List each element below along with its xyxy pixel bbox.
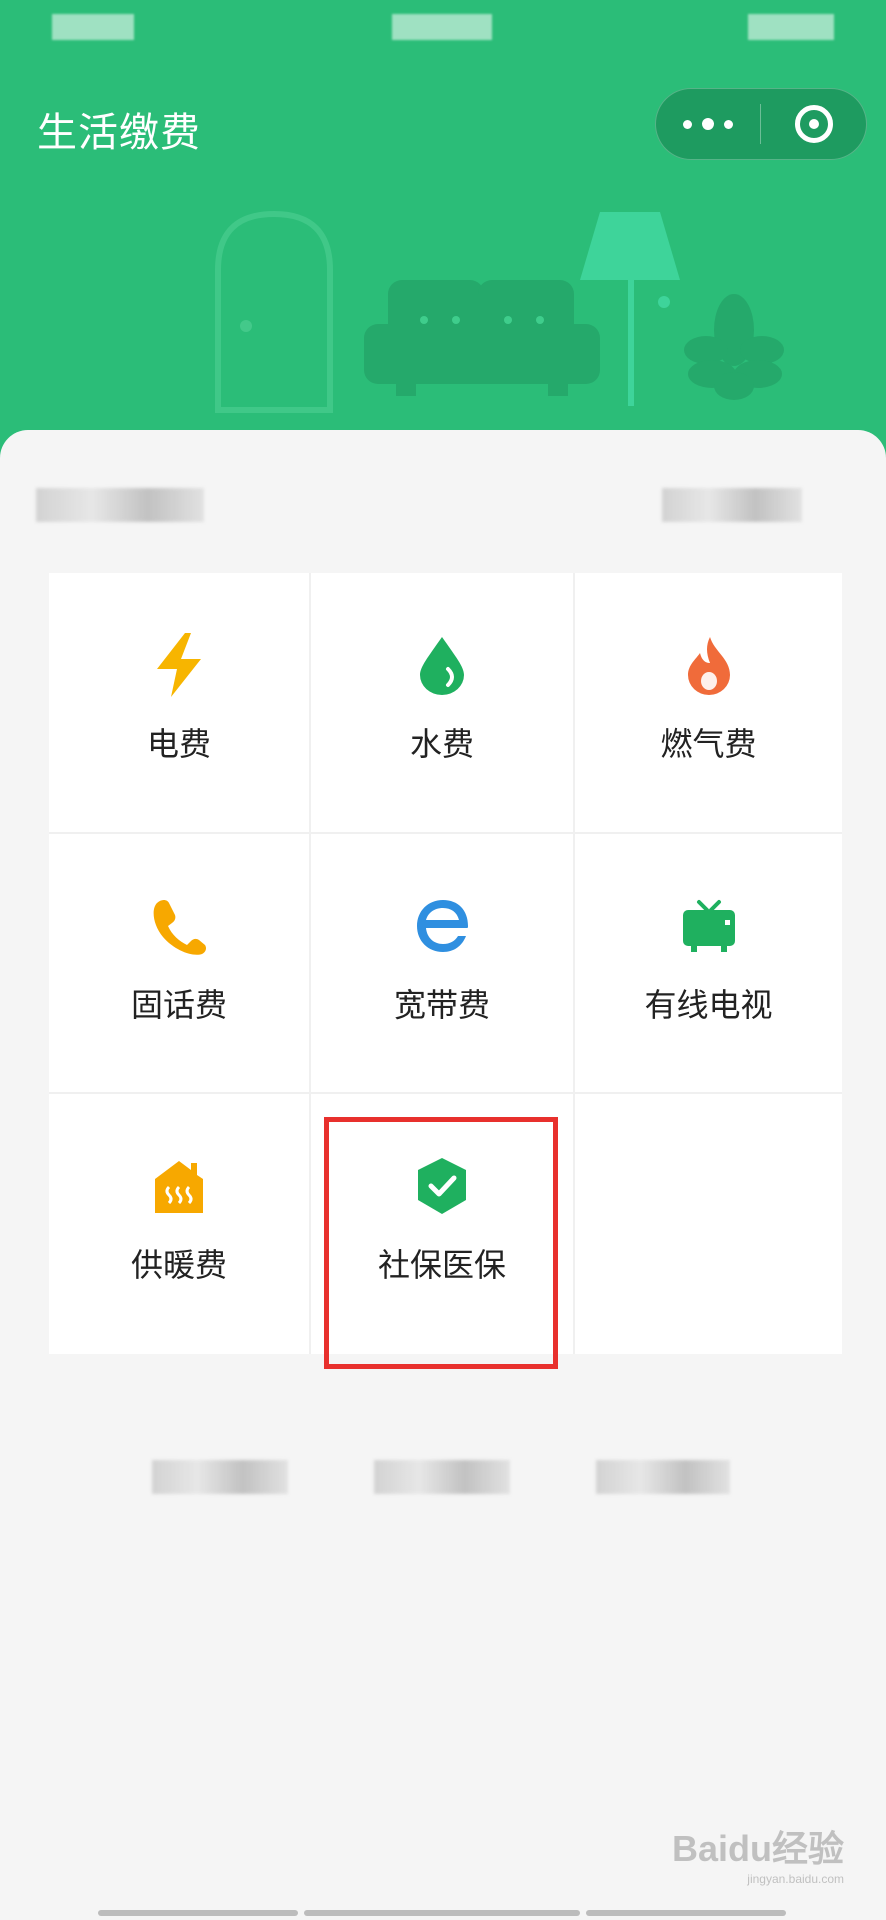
home-indicator-segment [304, 1910, 580, 1916]
service-label: 有线电视 [644, 987, 773, 1023]
service-broadband[interactable]: 宽带费 [311, 834, 575, 1094]
service-label: 水费 [409, 726, 474, 762]
section-title-blurred [36, 488, 204, 522]
highlight-box [324, 1117, 558, 1369]
bottom-link-1-blurred[interactable] [152, 1460, 288, 1494]
header-banner: 生活缴费 [0, 0, 886, 470]
service-label: 电费 [146, 726, 211, 762]
battery-icon [748, 14, 834, 40]
bottom-link-3-blurred[interactable] [596, 1460, 730, 1494]
living-room-illustration [215, 210, 784, 413]
phone-icon [147, 894, 211, 958]
target-close-icon[interactable] [761, 89, 866, 159]
status-time-blurred [52, 14, 134, 40]
service-gas[interactable]: 燃气费 [575, 573, 842, 834]
flame-icon [677, 633, 741, 697]
service-label: 燃气费 [660, 726, 757, 762]
heating-house-icon [147, 1154, 211, 1218]
service-landline[interactable]: 固话费 [49, 834, 311, 1094]
status-carrier-blurred [392, 14, 492, 40]
watermark-url: jingyan.baidu.com [747, 1872, 845, 1886]
more-dots-icon[interactable] [656, 89, 760, 159]
section-link-blurred[interactable] [662, 488, 802, 522]
service-label: 固话费 [130, 987, 227, 1023]
home-indicator-segment [586, 1910, 786, 1916]
empty-cell [575, 1094, 842, 1354]
service-cable-tv[interactable]: 有线电视 [575, 834, 842, 1094]
status-bar [0, 14, 886, 58]
home-indicator-segment [98, 1910, 298, 1916]
water-drop-icon [410, 633, 474, 697]
lightning-icon [147, 633, 211, 697]
service-label: 宽带费 [393, 987, 490, 1023]
service-heating[interactable]: 供暖费 [49, 1094, 311, 1354]
section-header [0, 488, 886, 528]
service-electricity[interactable]: 电费 [49, 573, 311, 834]
mini-program-capsule [655, 88, 867, 160]
service-water[interactable]: 水费 [311, 573, 575, 834]
page-title: 生活缴费 [37, 111, 201, 155]
watermark-brand: Baidu经验 [672, 1828, 845, 1869]
bottom-links [0, 1460, 886, 1500]
baidu-watermark: Baidu经验 jingyan.baidu.com [672, 1820, 844, 1886]
browser-e-icon [410, 894, 474, 958]
tv-icon [677, 894, 741, 958]
service-label: 供暖费 [130, 1247, 227, 1283]
bottom-link-2-blurred[interactable] [374, 1460, 510, 1494]
